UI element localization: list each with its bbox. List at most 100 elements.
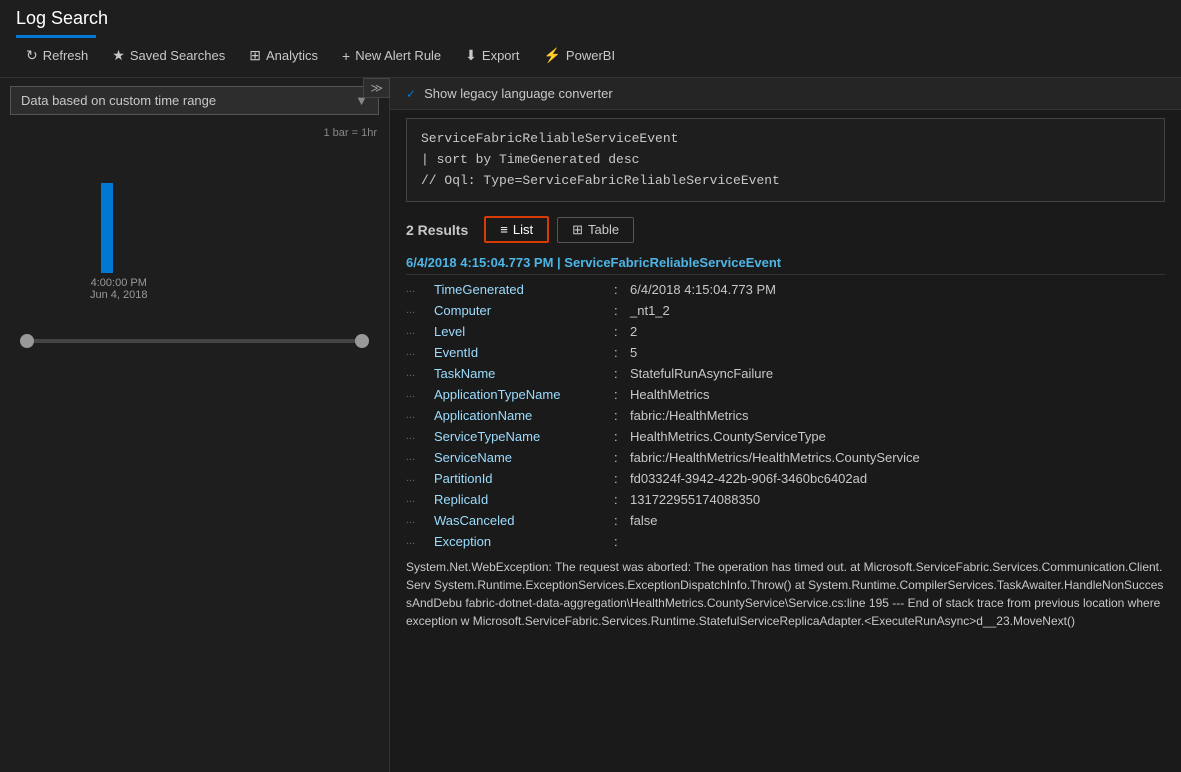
field-colon: :: [614, 303, 630, 318]
analytics-button[interactable]: ⊞ Analytics: [239, 42, 328, 69]
field-colon: :: [614, 282, 630, 297]
field-colon: :: [614, 492, 630, 507]
slider-handle-left[interactable]: [20, 334, 34, 348]
field-row: ... ApplicationName : fabric:/HealthMetr…: [406, 405, 1165, 426]
field-name: TimeGenerated: [434, 282, 614, 297]
export-button[interactable]: ⬇ Export: [455, 42, 529, 69]
field-value: fd03324f-3942-422b-906f-3460bc6402ad: [630, 471, 1165, 486]
field-ellipsis: ...: [406, 304, 434, 316]
list-icon: ≡: [500, 222, 508, 237]
field-ellipsis: ...: [406, 430, 434, 442]
field-name: ServiceName: [434, 450, 614, 465]
field-value: HealthMetrics.CountyServiceType: [630, 429, 1165, 444]
field-name: ReplicaId: [434, 492, 614, 507]
field-row: ... WasCanceled : false: [406, 510, 1165, 531]
tab-table-button[interactable]: ⊞ Table: [557, 217, 634, 243]
field-value: fabric:/HealthMetrics/HealthMetrics.Coun…: [630, 450, 1165, 465]
field-row: ... ApplicationTypeName : HealthMetrics: [406, 384, 1165, 405]
field-value: false: [630, 513, 1165, 528]
powerbi-icon: ⚡: [543, 47, 560, 64]
right-panel: ✓ Show legacy language converter Service…: [390, 78, 1181, 772]
bar-label: 1 bar = 1hr: [0, 123, 389, 143]
field-colon: :: [614, 534, 630, 549]
field-colon: :: [614, 513, 630, 528]
field-ellipsis: ...: [406, 346, 434, 358]
field-name: WasCanceled: [434, 513, 614, 528]
field-ellipsis: ...: [406, 493, 434, 505]
grid-icon: ⊞: [249, 47, 261, 64]
new-alert-rule-button[interactable]: + New Alert Rule: [332, 43, 451, 69]
field-row: ... TaskName : StatefulRunAsyncFailure: [406, 363, 1165, 384]
tab-list-button[interactable]: ≡ List: [484, 216, 549, 243]
field-colon: :: [614, 387, 630, 402]
field-value: fabric:/HealthMetrics: [630, 408, 1165, 423]
star-icon: ★: [112, 47, 125, 64]
field-row: ... ReplicaId : 131722955174088350: [406, 489, 1165, 510]
field-name: ServiceTypeName: [434, 429, 614, 444]
field-value: HealthMetrics: [630, 387, 1165, 402]
field-name: ApplicationTypeName: [434, 387, 614, 402]
toolbar: ↻ Refresh ★ Saved Searches ⊞ Analytics +…: [16, 38, 1165, 73]
exception-block: System.Net.WebException: The request was…: [406, 552, 1165, 636]
field-row: ... ServiceTypeName : HealthMetrics.Coun…: [406, 426, 1165, 447]
legacy-bar: ✓ Show legacy language converter: [390, 78, 1181, 110]
field-colon: :: [614, 366, 630, 381]
results-bar: 2 Results ≡ List ⊞ Table: [390, 210, 1181, 249]
field-value: _nt1_2: [630, 303, 1165, 318]
time-range-selector[interactable]: Data based on custom time range ▼: [10, 86, 379, 115]
field-ellipsis: ...: [406, 472, 434, 484]
refresh-icon: ↻: [26, 47, 38, 64]
field-colon: :: [614, 450, 630, 465]
slider-track: [20, 339, 369, 343]
chart-container: [10, 153, 379, 273]
field-colon: :: [614, 345, 630, 360]
field-name: Level: [434, 324, 614, 339]
field-row: ... Level : 2: [406, 321, 1165, 342]
powerbi-button[interactable]: ⚡ PowerBI: [533, 42, 625, 69]
plus-icon: +: [342, 48, 350, 64]
field-ellipsis: ...: [406, 325, 434, 337]
field-colon: :: [614, 471, 630, 486]
field-ellipsis: ...: [406, 367, 434, 379]
field-colon: :: [614, 324, 630, 339]
collapse-button[interactable]: ≫: [363, 78, 390, 98]
query-box[interactable]: ServiceFabricReliableServiceEvent | sort…: [406, 118, 1165, 202]
field-row: ... PartitionId : fd03324f-3942-422b-906…: [406, 468, 1165, 489]
field-ellipsis: ...: [406, 388, 434, 400]
field-ellipsis: ...: [406, 514, 434, 526]
field-name: Exception: [434, 534, 614, 549]
saved-searches-button[interactable]: ★ Saved Searches: [102, 42, 235, 69]
field-colon: :: [614, 429, 630, 444]
time-annotation: 4:00:00 PM Jun 4, 2018: [90, 277, 148, 301]
field-row: ... Exception :: [406, 531, 1165, 552]
table-icon: ⊞: [572, 222, 583, 238]
app-title: Log Search: [16, 8, 1165, 29]
field-ellipsis: ...: [406, 535, 434, 547]
field-name: PartitionId: [434, 471, 614, 486]
fields-container: ... TimeGenerated : 6/4/2018 4:15:04.773…: [406, 279, 1165, 552]
main-layout: ≫ Data based on custom time range ▼ 1 ba…: [0, 78, 1181, 772]
field-colon: :: [614, 408, 630, 423]
download-icon: ⬇: [465, 47, 477, 64]
field-value: 131722955174088350: [630, 492, 1165, 507]
chart-area: 4:00:00 PM Jun 4, 2018: [0, 143, 389, 772]
left-panel: ≫ Data based on custom time range ▼ 1 ba…: [0, 78, 390, 772]
field-ellipsis: ...: [406, 451, 434, 463]
field-value: StatefulRunAsyncFailure: [630, 366, 1165, 381]
chart-bar-active: [101, 183, 113, 273]
refresh-button[interactable]: ↻ Refresh: [16, 42, 98, 69]
slider-area: [10, 339, 379, 361]
results-content: 6/4/2018 4:15:04.773 PM | ServiceFabricR…: [390, 249, 1181, 772]
app-title-block: Log Search: [16, 8, 1165, 38]
field-name: TaskName: [434, 366, 614, 381]
field-row: ... ServiceName : fabric:/HealthMetrics/…: [406, 447, 1165, 468]
slider-handle-right[interactable]: [355, 334, 369, 348]
field-row: ... TimeGenerated : 6/4/2018 4:15:04.773…: [406, 279, 1165, 300]
legacy-text: Show legacy language converter: [424, 86, 613, 101]
results-count: 2 Results: [406, 222, 468, 238]
field-ellipsis: ...: [406, 409, 434, 421]
result-header: 6/4/2018 4:15:04.773 PM | ServiceFabricR…: [406, 249, 1165, 275]
chevron-right-icon: ✓: [406, 87, 416, 101]
field-value: 6/4/2018 4:15:04.773 PM: [630, 282, 1165, 297]
field-ellipsis: ...: [406, 283, 434, 295]
